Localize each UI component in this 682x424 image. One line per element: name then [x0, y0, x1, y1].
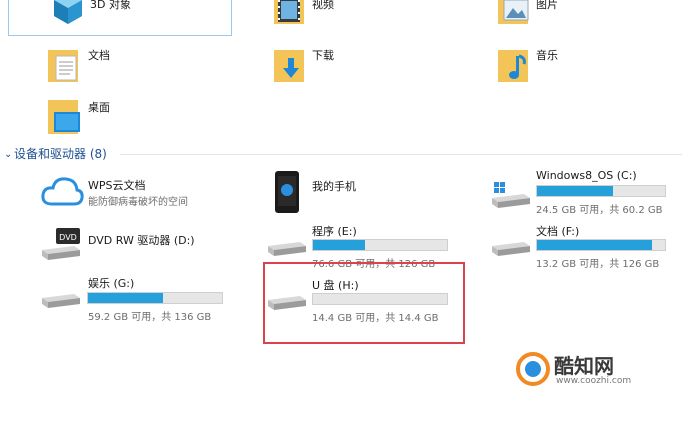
- device-label: 程序 (E:): [312, 225, 357, 238]
- watermark-name: 酷知网: [554, 354, 614, 378]
- device-label: 我的手机: [312, 180, 356, 193]
- capacity-bar-fill: [537, 240, 653, 250]
- svg-text:DVD: DVD: [59, 233, 77, 242]
- hard-drive-icon: [42, 294, 80, 308]
- system-drive-icon: [492, 182, 530, 208]
- folder-downloads[interactable]: 下载: [272, 44, 422, 88]
- device-label: WPS云文档: [88, 179, 146, 192]
- capacity-bar: [312, 239, 448, 251]
- folder-pictures[interactable]: 图片: [496, 0, 646, 30]
- folder-label: 图片: [536, 0, 558, 11]
- devices-section-header[interactable]: ⌄ 设备和驱动器 (8): [0, 145, 682, 163]
- folder-label: 桌面: [88, 101, 110, 114]
- highlight-annotation: [263, 262, 465, 344]
- device-free-space: 13.2 GB 可用，共 126 GB: [536, 259, 660, 270]
- hard-drive-icon: [492, 242, 530, 256]
- device-phone[interactable]: 我的手机: [272, 170, 422, 216]
- cube-icon: [54, 0, 82, 24]
- folder-documents[interactable]: 文档: [46, 44, 196, 88]
- device-wps-cloud[interactable]: WPS云文档 能防御病毒破坏的空间: [40, 172, 240, 216]
- device-free-space: 24.5 GB 可用，共 60.2 GB: [536, 205, 663, 216]
- monitor-icon: [48, 100, 80, 134]
- folder-label: 音乐: [536, 49, 558, 62]
- device-free-space: 59.2 GB 可用，共 136 GB: [88, 312, 212, 323]
- device-label: DVD RW 驱动器 (D:): [88, 234, 195, 247]
- folder-label: 视频: [312, 0, 334, 11]
- cloud-icon: [41, 177, 84, 206]
- capacity-bar: [536, 185, 666, 197]
- folder-desktop[interactable]: 桌面: [46, 96, 196, 140]
- watermark: 酷知网 www.coozhi.com: [516, 350, 666, 396]
- picture-icon: [498, 0, 529, 24]
- device-label: 娱乐 (G:): [88, 277, 135, 290]
- folder-label: 文档: [88, 49, 110, 62]
- watermark-url: www.coozhi.com: [556, 376, 632, 386]
- section-title: 设备和驱动器 (8): [14, 147, 107, 161]
- device-label: 文档 (F:): [536, 225, 580, 238]
- device-subtitle: 能防御病毒破坏的空间: [88, 197, 188, 208]
- dvd-drive-icon: DVD: [42, 228, 80, 260]
- music-note-icon: [498, 50, 528, 82]
- device-label: Windows8_OS (C:): [536, 169, 637, 182]
- document-icon: [48, 50, 78, 82]
- chevron-down-icon[interactable]: ⌄: [4, 149, 12, 160]
- capacity-bar-fill: [537, 186, 613, 196]
- phone-icon: [275, 171, 299, 213]
- capacity-bar-fill: [88, 293, 164, 303]
- device-drive-c[interactable]: Windows8_OS (C:) 24.5 GB 可用，共 60.2 GB: [490, 168, 680, 216]
- capacity-bar: [87, 292, 223, 304]
- download-arrow-icon: [274, 50, 304, 82]
- folder-music[interactable]: 音乐: [496, 44, 646, 88]
- device-drive-g[interactable]: 娱乐 (G:) 59.2 GB 可用，共 136 GB: [40, 274, 240, 323]
- capacity-bar-fill: [313, 240, 366, 250]
- hard-drive-icon: [268, 242, 306, 256]
- device-drive-d[interactable]: DVD DVD RW 驱动器 (D:): [40, 222, 240, 266]
- capacity-bar: [536, 239, 666, 251]
- coozhi-logo-icon: [516, 352, 550, 386]
- device-drive-f[interactable]: 文档 (F:) 13.2 GB 可用，共 126 GB: [490, 222, 680, 270]
- folder-label: 下载: [312, 49, 334, 62]
- folder-3d-objects[interactable]: 3D 对象: [50, 0, 200, 30]
- folder-videos[interactable]: 视频: [272, 0, 422, 30]
- folder-label: 3D 对象: [90, 0, 131, 11]
- film-icon: [274, 0, 304, 24]
- section-divider: [120, 154, 682, 155]
